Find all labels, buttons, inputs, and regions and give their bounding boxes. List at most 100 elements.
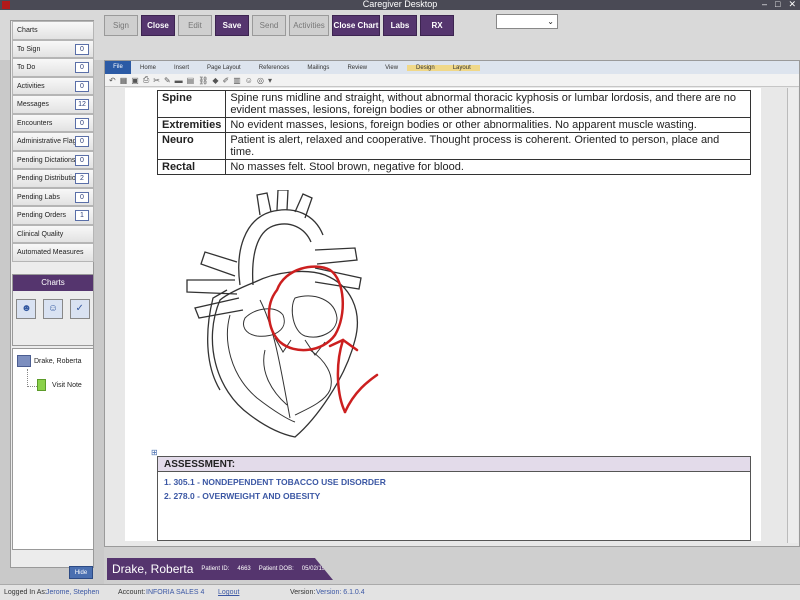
labs-button[interactable]: Labs [383,15,417,36]
close-button[interactable]: Close [141,15,175,36]
sidebar-item-messages[interactable]: Messages 12 [12,95,94,114]
count-badge: 0 [75,154,89,166]
assessment-header: ASSESSMENT: [158,457,750,472]
sidebar-item-label: Pending Distributions [17,175,84,182]
exam-value: No evident masses, lesions, foreign bodi… [225,117,751,133]
sidebar-item-label: To Sign [17,45,41,53]
activities-button[interactable]: Activities [289,15,329,36]
patient-group-icon[interactable]: ☺ [42,299,63,319]
sidebar-item-administrative-flags[interactable]: Administrative Flags 0 [12,132,94,151]
sidebar-item-pending-orders[interactable]: Pending Orders 1 [12,206,94,225]
save-icon[interactable]: ▣ [131,76,139,85]
patient-banner: Drake, Roberta Patient ID: 4663 Patient … [104,547,800,584]
count-badge: 0 [75,136,89,147]
sidebar-item-charts[interactable]: Charts [12,21,94,40]
globe-icon[interactable]: ◎ [257,76,264,85]
edit-icon[interactable]: ✐ [223,76,230,85]
sidebar-item-encounters[interactable]: Encounters 0 [12,113,94,132]
patient-tab[interactable]: Drake, Roberta Patient ID: 4663 Patient … [107,558,333,580]
table-row: Rectal No masses felt. Stool brown, nega… [156,159,751,175]
tree-note-node[interactable]: Visit Note [37,379,82,391]
vertical-scrollbar[interactable] [787,88,798,543]
sidebar-item-pending-distributions[interactable]: Pending Distributions 2 [12,169,94,188]
pen-icon[interactable]: ✎ [164,76,171,85]
maximize-icon[interactable]: □ [775,0,780,10]
tab-file[interactable]: File [105,61,131,74]
hide-sidebar-button[interactable]: Hide [69,566,93,579]
assessment-item[interactable]: 2. 278.0 - OVERWEIGHT AND OBESITY [158,489,750,503]
exam-key: Rectal [156,159,227,175]
save-button[interactable]: Save [215,15,249,36]
sidebar-item-label: Pending Orders [17,212,67,219]
assessment-item[interactable]: 1. 305.1 - NONDEPENDENT TOBACCO USE DISO… [158,475,750,489]
patient-name: Drake, Roberta [112,562,194,576]
sidebar-item-label: To Do [17,64,36,71]
cut-icon[interactable]: ✂ [153,76,160,85]
exam-value: No masses felt. Stool brown, negative fo… [225,159,751,175]
patient-search-icon[interactable]: ☻ [16,299,37,319]
border-icon[interactable]: ▤ [187,76,195,85]
tree-patient-label: Drake, Roberta [34,357,82,365]
logout-link[interactable]: Logout [218,589,239,596]
tab-view[interactable]: View [376,65,407,71]
edit-button[interactable]: Edit [178,15,212,36]
count-badge: 0 [75,43,89,55]
shape-icon[interactable]: ◆ [212,76,218,85]
sidebar-item-automated-measures[interactable]: Automated Measures [12,243,94,262]
minimize-icon[interactable]: – [762,0,767,10]
tab-mailings[interactable]: Mailings [298,65,338,71]
tab-insert[interactable]: Insert [165,65,198,71]
quick-access-toolbar: ↶ ▦ ▣ ⎙ ✂ ✎ ▬ ▤ ⛓ ◆ ✐ ▥ ☺ ◎ ▾ [105,74,799,87]
tree-connector [27,369,37,387]
context-dropdown[interactable]: ⌄ [496,14,558,29]
table-icon[interactable]: ▦ [120,76,128,85]
sidebar-item-pending-dictations[interactable]: Pending Dictations 0 [12,150,94,169]
charts-panel-icons: ☻ ☺ ✓ [13,291,93,319]
folder-icon [17,355,31,367]
count-badge: 2 [75,173,89,184]
tab-design[interactable]: Design [407,64,444,71]
sidebar-item-clinical-quality-measures[interactable]: Clinical Quality Measures [12,224,94,255]
assessment-body: 1. 305.1 - NONDEPENDENT TOBACCO USE DISO… [158,472,750,540]
sidebar-item-activities[interactable]: Activities 0 [12,76,94,95]
color-icon[interactable]: ▬ [175,76,183,85]
sidebar-item-pending-labs[interactable]: Pending Labs 0 [12,187,94,206]
count-badge: 0 [75,62,89,73]
insert-icon[interactable]: ▥ [233,76,241,85]
tab-home[interactable]: Home [131,65,165,71]
document-page[interactable]: Spine Spine runs midline and straight, w… [125,88,761,541]
close-icon[interactable]: ✕ [788,0,796,10]
version-value: Version: 6.1.0.4 [316,589,365,596]
exam-key: Neuro [156,132,227,160]
smiley-icon[interactable]: ☺ [245,76,253,85]
patient-check-icon[interactable]: ✓ [69,299,90,319]
undo-icon[interactable]: ↶ [109,76,116,85]
close-chart-button[interactable]: Close Chart [332,15,380,36]
tab-page-layout[interactable]: Page Layout [198,65,250,71]
tab-layout[interactable]: Layout [443,64,480,71]
sign-button[interactable]: Sign [104,15,138,36]
send-button[interactable]: Send [252,15,286,36]
window-title: Caregiver Desktop [362,0,438,9]
patient-id: 4663 [237,566,251,572]
more-icon[interactable]: ▾ [268,76,272,85]
exam-table: Spine Spine runs midline and straight, w… [156,90,751,175]
ribbon-tabs: File Home Insert Page Layout References … [105,61,799,74]
main-toolbar: Sign Close Edit Save Send Activities Clo… [104,15,454,36]
chevron-down-icon: ⌄ [547,17,554,26]
charts-panel-header: Charts [13,275,93,291]
sidebar-item-to-sign[interactable]: To Sign 0 [12,39,94,58]
sidebar-item-to-do[interactable]: To Do 0 [12,58,94,77]
rx-button[interactable]: RX [420,15,454,36]
count-badge: 12 [75,99,89,110]
sidebar-item-label: Pending Labs [17,193,60,201]
sidebar-item-label: Pending Dictations [17,156,76,164]
table-row: Spine Spine runs midline and straight, w… [156,90,751,118]
print-icon[interactable]: ⎙ [143,75,149,85]
link-icon[interactable]: ⛓ [198,76,208,85]
tab-review[interactable]: Review [338,65,376,71]
tree-note-label: Visit Note [52,381,82,389]
sidebar-item-label: Activities [17,82,45,90]
tree-patient-node[interactable]: Drake, Roberta [17,355,81,367]
tab-references[interactable]: References [250,65,299,71]
